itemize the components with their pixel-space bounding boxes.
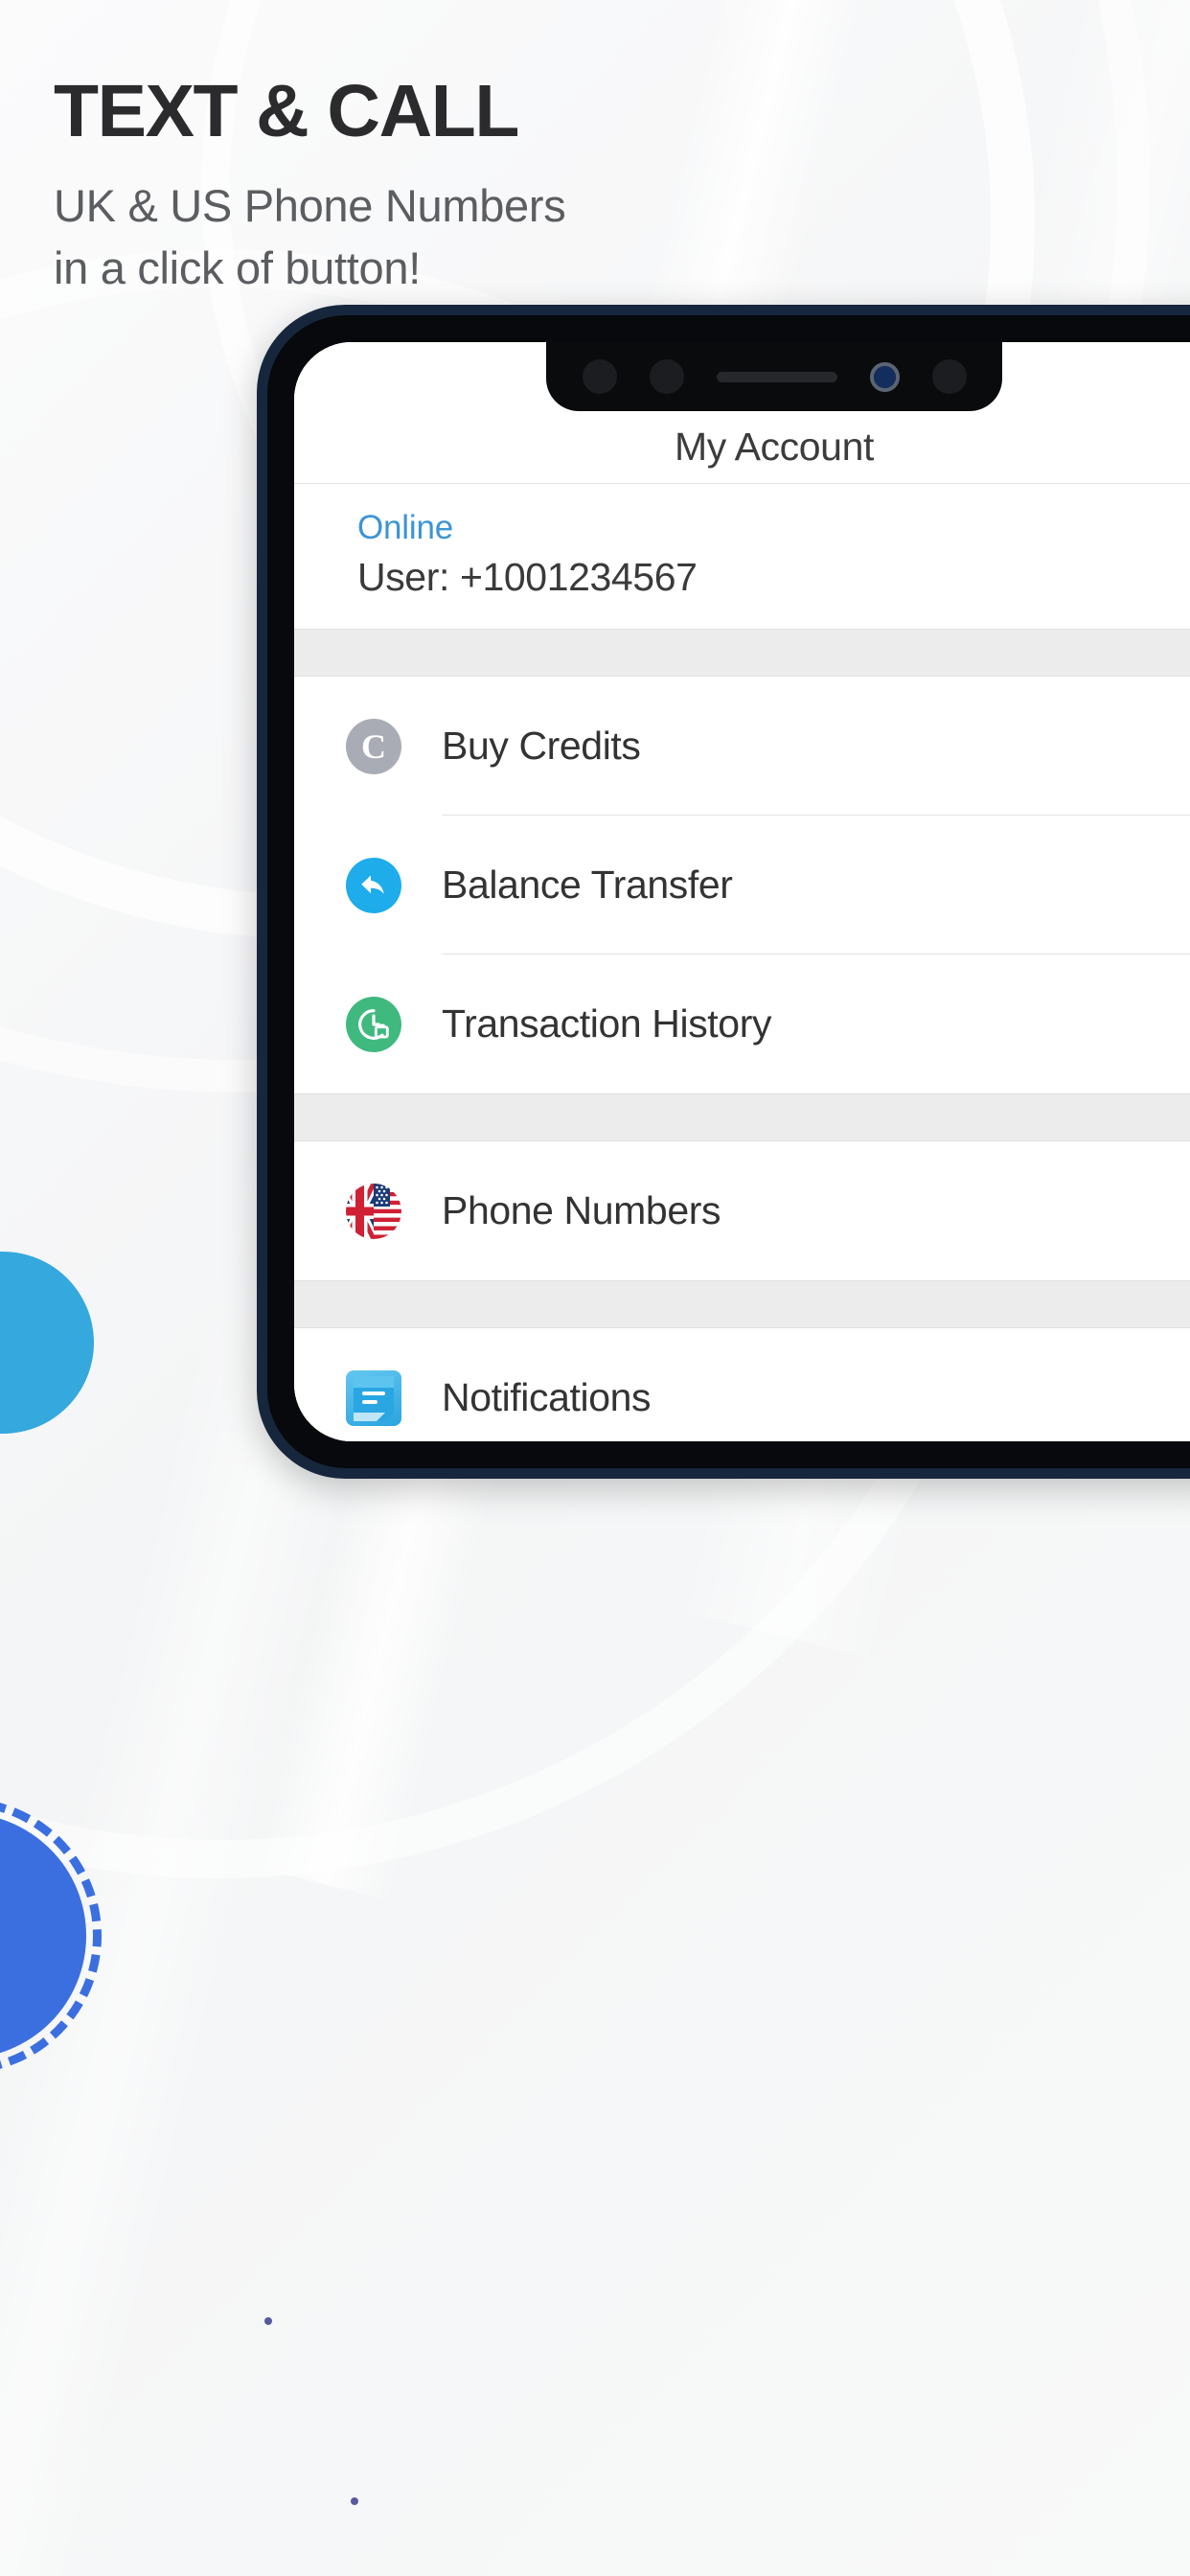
page-title: My Account xyxy=(675,425,874,469)
menu-row-body: Balance Transfer xyxy=(442,816,1190,954)
accent-dot-2 xyxy=(264,2317,272,2325)
menu-item-notifications[interactable]: Notifications xyxy=(294,1328,1190,1441)
promo-subtitle: UK & US Phone Numbers in a click of butt… xyxy=(54,175,724,300)
menu-item-label: Balance Transfer xyxy=(442,862,733,907)
menu-item-phone-numbers[interactable]: Phone Numbers xyxy=(294,1141,1190,1280)
menu-item-balance-transfer[interactable]: Balance Transfer xyxy=(294,816,1190,954)
front-camera-icon xyxy=(869,361,900,392)
dashed-ring-core xyxy=(0,1813,86,2058)
menu-group-numbers: Phone Numbers xyxy=(294,1141,1190,1280)
proximity-sensor-icon xyxy=(649,359,684,394)
section-divider-2 xyxy=(294,1093,1190,1141)
dashed-ring-decoration xyxy=(0,1798,102,2074)
account-summary[interactable]: Online User: +1001234567 xyxy=(294,484,1190,629)
menu-icon-slot xyxy=(336,1183,442,1239)
phone-inner-bezel: My Account Online User: +1001234567 C Bu… xyxy=(267,315,1190,1468)
phone-notch xyxy=(546,342,1002,411)
section-divider-1 xyxy=(294,629,1190,677)
menu-item-label: Transaction History xyxy=(442,1001,772,1046)
phone-mockup: My Account Online User: +1001234567 C Bu… xyxy=(257,305,1190,1479)
menu-row-body: Phone Numbers xyxy=(442,1141,1190,1280)
menu-group-support: Notifications xyxy=(294,1328,1190,1441)
sensor-dot-2-icon xyxy=(931,359,967,394)
menu-group-account: C Buy Credits Balance Transfer Transacti… xyxy=(294,677,1190,1093)
menu-row-body: Transaction History xyxy=(442,954,1190,1093)
section-divider-3 xyxy=(294,1280,1190,1328)
menu-row-body: Notifications xyxy=(442,1328,1190,1441)
phone-outer-bezel: My Account Online User: +1001234567 C Bu… xyxy=(257,305,1190,1479)
promo-subtitle-line-1: UK & US Phone Numbers xyxy=(54,180,566,231)
app-screen: My Account Online User: +1001234567 C Bu… xyxy=(294,342,1190,1441)
reply-arrow-icon xyxy=(346,857,401,913)
status-badge: Online xyxy=(357,509,453,546)
uk-us-flag-icon xyxy=(346,1183,401,1239)
account-user-number: User: +1001234567 xyxy=(357,555,698,599)
menu-icon-slot xyxy=(336,1369,442,1426)
clock-briefcase-icon xyxy=(346,996,401,1052)
phone-screen: My Account Online User: +1001234567 C Bu… xyxy=(294,342,1190,1441)
menu-icon-slot xyxy=(336,857,442,913)
promo-headline-block: TEXT & CALL UK & US Phone Numbers in a c… xyxy=(54,75,724,300)
credits-coin-icon: C xyxy=(346,718,401,774)
earpiece-speaker-icon xyxy=(716,371,837,382)
menu-item-label: Phone Numbers xyxy=(442,1188,721,1232)
menu-item-transaction-history[interactable]: Transaction History xyxy=(294,954,1190,1093)
menu-item-label: Notifications xyxy=(442,1374,652,1419)
promo-subtitle-line-2: in a click of button! xyxy=(54,242,421,293)
note-document-icon xyxy=(346,1369,401,1426)
menu-icon-slot xyxy=(336,996,442,1052)
sensor-dot-icon xyxy=(582,359,617,394)
menu-item-buy-credits[interactable]: C Buy Credits xyxy=(294,677,1190,816)
menu-item-label: Buy Credits xyxy=(442,723,641,768)
promo-title: TEXT & CALL xyxy=(54,70,519,152)
menu-row-body: Buy Credits xyxy=(442,677,1190,816)
accent-dot-3 xyxy=(351,2497,358,2505)
menu-icon-slot: C xyxy=(336,718,442,774)
